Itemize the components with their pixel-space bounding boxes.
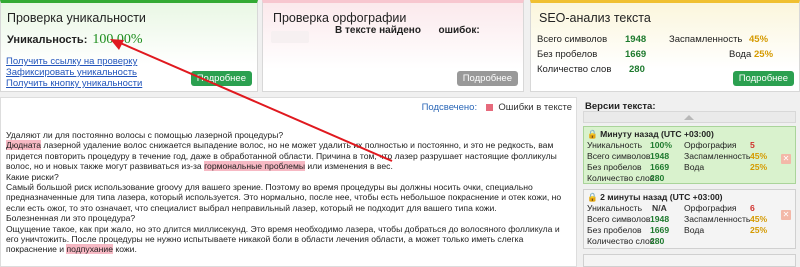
seo-value: 25% [754,49,774,60]
highlight-legend: Подсвечено: Ошибки в тексте [422,102,572,113]
get-check-link[interactable]: Получить ссылку на проверку [6,56,142,67]
version-row: Без пробелов 1669 Вода 25% [584,162,795,173]
version-card[interactable]: 🔒 Минуту назад (UTC +03:00) Уникальность… [583,126,796,184]
legend-label: Подсвечено: [421,102,478,113]
version-label: Орфография [684,203,737,213]
delete-version-icon[interactable]: ✕ [781,154,791,164]
version-value: 6 [750,203,755,213]
version-time: Минуту назад (UTC +03:00) [600,129,714,139]
version-label: Всего символов [587,214,651,224]
seo-value: 45% [749,34,769,45]
version-label: Уникальность [587,203,643,213]
text-paragraph: Удаляют ли для постоянно волосы с помощь… [6,130,284,140]
version-card[interactable]: 🔒 2 минуты назад (UTC +03:00) Уникальнос… [583,189,796,249]
text-content[interactable]: Удаляют ли для постоянно волосы с помощь… [6,130,574,255]
version-label: Количество слов [587,173,655,183]
error-highlight[interactable]: подпухание [66,244,113,255]
spelling-title: Проверка орфографии [273,11,407,25]
delete-version-icon[interactable]: ✕ [781,210,791,220]
text-area[interactable]: Подсвечено: Ошибки в тексте Удаляют ли д… [0,97,577,267]
seo-label: Количество слов [537,64,612,75]
version-row: Количество слов 280 [584,173,795,184]
error-highlight[interactable]: гормональные проблемы [204,161,306,172]
version-head: 🔒 2 минуты назад (UTC +03:00) [587,192,723,202]
version-value: 1669 [650,225,670,235]
version-value: 5 [750,140,755,150]
text-paragraph: Какие риски? [6,171,59,182]
version-label: Всего символов [587,151,651,161]
version-label: Вода [684,162,705,172]
version-value: 1948 [650,214,670,224]
version-value: 1669 [650,162,670,172]
seo-row: Без пробелов 1669 Вода 25% [537,47,797,62]
version-label: Заспамленность [684,151,751,161]
version-label: Без пробелов [587,225,642,235]
seo-value: 1948 [625,34,647,45]
versions-title: Версии текста: [585,101,656,112]
seo-label: Всего символов [537,34,608,45]
version-row: Уникальность 100% Орфография 5 [584,140,795,151]
version-value: 100% [650,140,672,150]
uniqueness-label: Уникальность: [7,34,88,46]
version-value: 1948 [650,151,670,161]
version-row: Количество слов 280 [584,236,795,247]
version-row: Уникальность N/A Орфография 6 [584,203,795,214]
seo-label: Вода [729,49,752,60]
version-label: Без пробелов [587,162,642,172]
chevron-up-icon [684,115,694,120]
get-uniqueness-button-link[interactable]: Получить кнопку уникальности [6,78,142,89]
spelling-found: В тексте найдено ошибок: [335,25,480,36]
version-value: 25% [750,162,768,172]
version-label: Заспамленность [684,214,751,224]
uniqueness-more-button[interactable]: Подробнее [190,71,252,86]
text-span: или изменения в вес. [305,161,393,172]
spelling-more-button[interactable]: Подробнее [456,71,518,86]
uniqueness-panel: Проверка уникальности Уникальность: 100.… [0,0,258,92]
seo-label: Заспамленность [669,34,743,45]
version-value: 45% [750,151,768,161]
uniqueness-title: Проверка уникальности [7,11,146,25]
blurred-area [271,31,309,43]
seo-panel: SEO-анализ текста Всего символов 1948 За… [530,0,800,92]
text-paragraph: Самый большой риск использование groovy … [6,182,562,213]
seo-row: Всего символов 1948 Заспамленность 45% [537,32,797,47]
text-paragraph: Болезненная ли это процедура? [6,213,136,224]
error-highlight[interactable]: Дюдната [6,140,42,151]
version-label: Орфография [684,140,737,150]
version-label: Уникальность [587,140,643,150]
version-value: 280 [650,236,665,246]
app-root: Проверка уникальности Уникальность: 100.… [0,0,800,267]
version-row: Без пробелов 1669 Вода 25% [584,225,795,236]
version-value: N/A [652,203,667,213]
fix-uniqueness-link[interactable]: Зафиксировать уникальность [6,67,142,78]
seo-value: 1669 [625,49,647,60]
version-value: 25% [750,225,768,235]
uniqueness-line: Уникальность: 100.00% [7,32,143,48]
version-label: Вода [684,225,705,235]
seo-more-button[interactable]: Подробнее [732,71,794,86]
seo-value: 280 [629,64,645,75]
version-value: 45% [750,214,768,224]
spelling-found-prefix: В тексте найдено [335,25,421,36]
version-row: Всего символов 1948 Заспамленность 45% [584,151,795,162]
version-label: Количество слов [587,236,655,246]
version-time: 2 минуты назад (UTC +03:00) [600,192,723,202]
text-paragraph: Дюдната лазерной удаление волос снижаетс… [6,140,574,172]
text-paragraph: Ощущение такое, как при жало, но это дли… [6,224,574,255]
error-swatch-icon [485,103,493,111]
versions-scroll-up[interactable] [583,111,796,123]
version-card[interactable] [583,254,796,267]
spelling-panel: Проверка орфографии В тексте найдено оши… [262,0,524,92]
version-value: 280 [650,173,665,183]
seo-label: Без пробелов [537,49,598,60]
uniqueness-value: 100.00% [92,32,143,47]
text-span: кожи. [113,244,137,255]
spelling-found-suffix: ошибок: [438,25,480,36]
version-head: 🔒 Минуту назад (UTC +03:00) [587,129,714,139]
legend-item[interactable]: Ошибки в тексте [498,102,572,113]
version-row: Всего символов 1948 Заспамленность 45% [584,214,795,225]
seo-title: SEO-анализ текста [539,11,651,25]
versions-panel: Версии текста: 🔒 Минуту назад (UTC +03:0… [583,97,800,267]
uniqueness-links: Получить ссылку на проверку Зафиксироват… [6,56,142,89]
